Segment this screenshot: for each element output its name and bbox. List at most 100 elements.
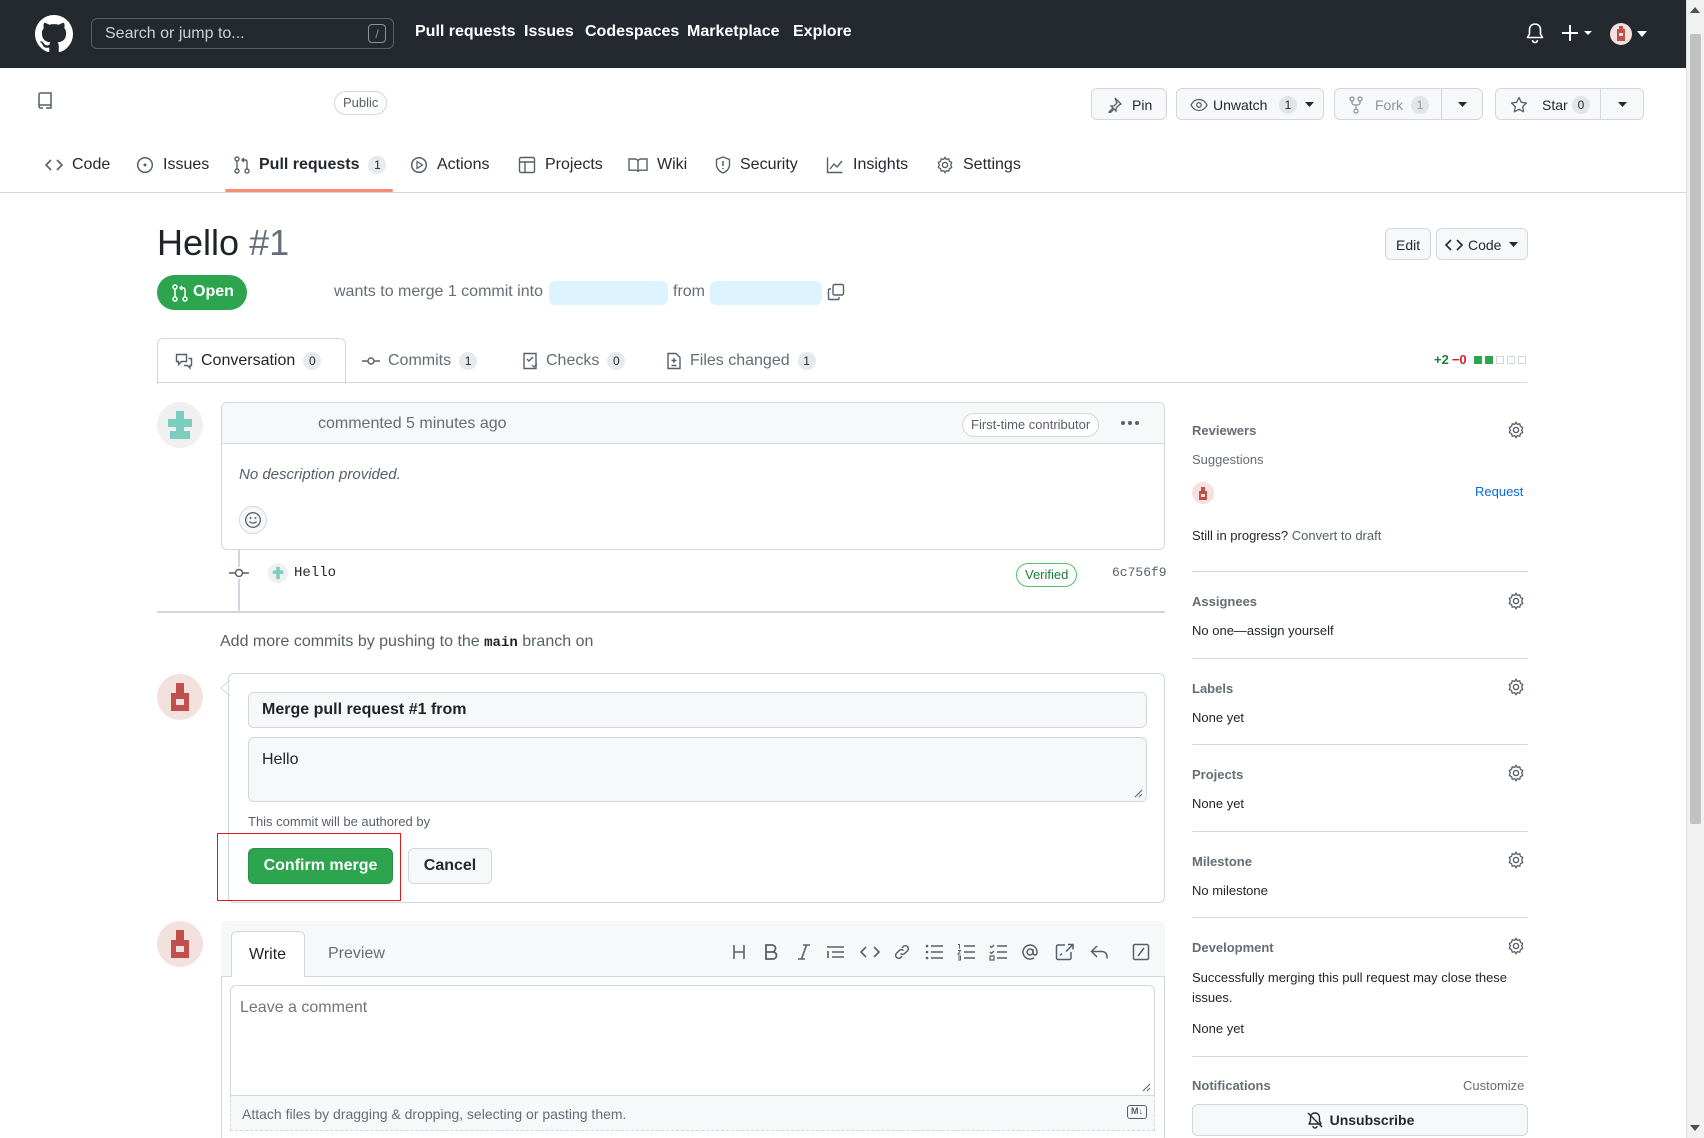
cancel-merge-button[interactable]: Cancel — [408, 848, 492, 884]
resize-handle-icon[interactable] — [1142, 1083, 1151, 1092]
ordered-list-icon[interactable] — [957, 943, 975, 961]
nav-marketplace[interactable]: Marketplace — [687, 23, 780, 41]
unsubscribe-button[interactable]: Unsubscribe — [1192, 1104, 1528, 1136]
commit-sha-link[interactable]: 6c756f9 — [1112, 565, 1167, 580]
add-reaction-button[interactable] — [239, 506, 267, 534]
avatar-caret-icon[interactable] — [1637, 31, 1647, 37]
comment-timestamp[interactable]: commented 5 minutes ago — [318, 415, 507, 433]
bold-icon[interactable] — [763, 943, 779, 961]
push-hint-suffix: branch on — [522, 633, 594, 650]
milestone-gear-icon[interactable] — [1507, 851, 1525, 869]
mention-icon[interactable] — [1021, 943, 1039, 961]
pin-button[interactable]: Pin — [1091, 88, 1167, 120]
nav-pull-requests[interactable]: Pull requests — [415, 23, 515, 41]
comment-textarea[interactable]: Leave a comment — [230, 985, 1155, 1095]
tab-commits[interactable]: Commits 1 — [362, 352, 478, 370]
heading-icon[interactable] — [731, 943, 747, 961]
preview-tab[interactable]: Preview — [313, 931, 397, 976]
task-list-icon[interactable] — [989, 943, 1007, 961]
cross-reference-icon[interactable] — [1055, 943, 1075, 961]
unwatch-button[interactable]: Unwatch 1 — [1176, 88, 1324, 120]
code-icon — [1445, 239, 1463, 251]
development-heading[interactable]: Development — [1192, 940, 1274, 955]
reviewers-gear-icon[interactable] — [1507, 421, 1525, 439]
merger-avatar[interactable] — [157, 674, 203, 720]
link-icon[interactable] — [893, 943, 911, 961]
tab-insights-label: Insights — [853, 156, 909, 173]
tab-files-changed-label: Files changed — [690, 352, 790, 369]
fork-button[interactable]: Fork 1 — [1334, 88, 1442, 120]
tab-code[interactable]: Code — [45, 156, 110, 174]
reply-icon[interactable] — [1090, 943, 1108, 961]
write-tab[interactable]: Write — [231, 931, 305, 977]
timeline-line — [238, 550, 240, 612]
user-avatar[interactable] — [1610, 23, 1632, 45]
quote-icon[interactable] — [826, 943, 846, 961]
tab-insights[interactable]: Insights — [826, 156, 908, 174]
tab-conversation[interactable]: Conversation 0 — [175, 352, 322, 370]
tab-wiki[interactable]: Wiki — [628, 156, 687, 174]
unordered-list-icon[interactable] — [925, 943, 943, 961]
suggested-reviewer-avatar[interactable] — [1192, 482, 1214, 504]
assignees-gear-icon[interactable] — [1507, 592, 1525, 610]
author-avatar[interactable] — [157, 402, 203, 448]
nav-issues[interactable]: Issues — [524, 23, 574, 41]
assignees-heading[interactable]: Assignees — [1192, 594, 1257, 609]
projects-heading[interactable]: Projects — [1192, 767, 1243, 782]
development-gear-icon[interactable] — [1507, 937, 1525, 955]
edit-title-button[interactable]: Edit — [1385, 228, 1431, 260]
merge-commit-title-input[interactable]: Merge pull request #1 from — [248, 692, 1147, 728]
tab-files-changed[interactable]: Files changed 1 — [666, 352, 816, 370]
github-logo-icon[interactable] — [35, 15, 73, 53]
star-dropdown-button[interactable] — [1600, 88, 1644, 120]
labels-gear-icon[interactable] — [1507, 678, 1525, 696]
tab-checks[interactable]: Checks 0 — [522, 352, 626, 370]
notifications-bell-icon[interactable] — [1525, 22, 1545, 44]
convert-to-draft-link[interactable]: Convert to draft — [1292, 528, 1382, 543]
tab-issues[interactable]: Issues — [136, 156, 209, 174]
commit-message-link[interactable]: Hello — [294, 565, 336, 581]
nav-explore[interactable]: Explore — [793, 23, 852, 41]
from-text: from — [673, 283, 705, 300]
tab-settings[interactable]: Settings — [936, 156, 1021, 174]
pin-icon — [1108, 97, 1122, 113]
scroll-down-arrow-icon[interactable] — [1690, 1124, 1700, 1132]
scroll-up-arrow-icon[interactable] — [1690, 6, 1700, 14]
commit-author-avatar[interactable] — [268, 563, 288, 583]
star-count: 0 — [1572, 96, 1590, 114]
scrollbar-thumb[interactable] — [1690, 34, 1701, 824]
reviewers-heading[interactable]: Reviewers — [1192, 423, 1256, 438]
request-review-link[interactable]: Request — [1475, 484, 1523, 499]
merge-commit-body-textarea[interactable]: Hello — [248, 737, 1147, 802]
customize-notifications-link[interactable]: Customize — [1463, 1078, 1524, 1093]
milestone-heading[interactable]: Milestone — [1192, 854, 1252, 869]
tab-projects[interactable]: Projects — [518, 156, 603, 174]
commenter-avatar[interactable] — [157, 921, 203, 967]
projects-gear-icon[interactable] — [1507, 764, 1525, 782]
labels-heading[interactable]: Labels — [1192, 681, 1233, 696]
resize-handle-icon[interactable] — [1134, 789, 1143, 798]
graph-icon — [826, 157, 843, 174]
italic-icon[interactable] — [796, 943, 812, 961]
assign-yourself-link[interactable]: No one—assign yourself — [1192, 623, 1334, 638]
code-icon[interactable] — [860, 943, 880, 961]
file-attachment-zone[interactable]: Attach files by dragging & dropping, sel… — [230, 1095, 1155, 1131]
verified-badge[interactable]: Verified — [1016, 563, 1078, 587]
star-button[interactable]: Star 0 — [1495, 88, 1601, 120]
fork-dropdown-button[interactable] — [1441, 88, 1483, 120]
kebab-menu-icon[interactable] — [1120, 420, 1140, 426]
base-branch-label[interactable] — [549, 281, 668, 305]
slash-command-icon[interactable] — [1132, 943, 1150, 961]
head-branch-label[interactable] — [710, 281, 822, 305]
unsubscribe-label: Unsubscribe — [1329, 1112, 1415, 1128]
nav-codespaces[interactable]: Codespaces — [585, 23, 679, 41]
tab-pull-requests[interactable]: Pull requests 1 — [234, 156, 387, 174]
markdown-icon[interactable]: M↓ — [1127, 1105, 1147, 1119]
tab-security[interactable]: Security — [715, 156, 798, 174]
code-dropdown-button[interactable]: Code — [1436, 228, 1528, 260]
copy-icon[interactable] — [827, 283, 845, 301]
search-input[interactable]: Search or jump to... / — [91, 18, 394, 49]
conversation-icon — [175, 353, 193, 370]
tab-actions[interactable]: Actions — [410, 156, 489, 174]
create-new-plus-icon[interactable] — [1561, 23, 1595, 43]
